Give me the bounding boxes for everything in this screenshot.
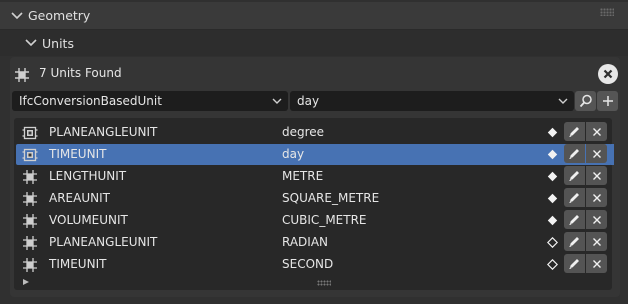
geometry-panel-header[interactable]: Geometry <box>0 2 628 30</box>
close-icon <box>592 237 601 246</box>
edit-unit-button[interactable] <box>564 122 585 141</box>
edit-unit-button[interactable] <box>564 144 585 163</box>
pencil-icon <box>569 149 579 159</box>
edit-unit-button[interactable] <box>564 254 585 273</box>
unit-type-name: LENGTHUNIT <box>49 169 127 183</box>
diamond-outline-icon[interactable] <box>547 259 558 270</box>
unit-row[interactable]: PLANEANGLEUNIT RADIAN <box>16 232 612 253</box>
unit-name-value: degree <box>282 125 325 139</box>
close-icon <box>592 259 601 268</box>
close-units-button[interactable] <box>598 64 618 84</box>
remove-unit-button[interactable] <box>586 210 607 229</box>
chevron-down-icon <box>272 98 282 104</box>
unit-row[interactable]: VOLUMEUNIT CUBIC_METRE <box>16 210 612 231</box>
pencil-icon <box>569 237 579 247</box>
diamond-filled-icon[interactable] <box>547 127 558 138</box>
edit-unit-button[interactable] <box>564 188 585 207</box>
unit-type-name: AREAUNIT <box>49 191 110 205</box>
unit-type-name: PLANEANGLEUNIT <box>49 125 158 139</box>
conversion-unit-icon <box>22 125 38 141</box>
si-unit-icon <box>22 169 38 185</box>
unit-row[interactable]: AREAUNIT SQUARE_METRE <box>16 188 612 209</box>
geometry-panel-title: Geometry <box>28 8 91 23</box>
pencil-icon <box>569 215 579 225</box>
close-icon <box>592 149 601 158</box>
chevron-down-icon <box>11 11 23 19</box>
unit-name-value: SECOND <box>282 257 334 271</box>
unit-name-value: RADIAN <box>282 235 329 249</box>
unit-type-name: TIMEUNIT <box>49 147 107 161</box>
edit-unit-button[interactable] <box>564 166 585 185</box>
list-resize-grip[interactable] <box>317 280 331 286</box>
chevron-down-icon <box>25 39 37 47</box>
units-found-count: 7 Units Found <box>39 66 122 80</box>
remove-unit-button[interactable] <box>586 144 607 163</box>
diamond-filled-icon[interactable] <box>547 215 558 226</box>
unit-row[interactable]: LENGTHUNIT METRE <box>16 166 612 187</box>
unit-row[interactable]: TIMEUNIT day <box>16 144 614 165</box>
si-unit-icon <box>22 257 38 273</box>
unit-type-value: IfcConversionBasedUnit <box>19 94 162 108</box>
unit-name-value: CUBIC_METRE <box>282 213 367 227</box>
units-subpanel-header[interactable]: Units <box>0 30 628 56</box>
close-icon <box>592 171 601 180</box>
pencil-icon <box>569 259 579 269</box>
remove-unit-button[interactable] <box>586 122 607 141</box>
si-unit-icon <box>22 191 38 207</box>
close-icon <box>592 215 601 224</box>
unit-name-value: METRE <box>282 169 324 183</box>
unit-type-name: VOLUMEUNIT <box>49 213 128 227</box>
unit-type-name: PLANEANGLEUNIT <box>49 235 158 249</box>
units-subpanel-title: Units <box>42 35 74 51</box>
unit-name-value: day <box>282 147 305 161</box>
panel-drag-handle[interactable] <box>600 8 614 16</box>
pencil-icon <box>569 193 579 203</box>
edit-unit-button[interactable] <box>564 232 585 251</box>
unit-name-value: SQUARE_METRE <box>282 191 380 205</box>
remove-unit-button[interactable] <box>586 232 607 251</box>
close-icon <box>603 69 613 79</box>
conversion-unit-icon <box>22 147 38 163</box>
close-icon <box>592 127 601 136</box>
remove-unit-button[interactable] <box>586 254 607 273</box>
remove-unit-button[interactable] <box>586 166 607 185</box>
si-unit-icon <box>22 213 38 229</box>
diamond-outline-icon[interactable] <box>547 237 558 248</box>
diamond-filled-icon[interactable] <box>547 193 558 204</box>
unit-row[interactable]: PLANEANGLEUNIT degree <box>16 122 612 143</box>
pencil-icon <box>569 171 579 181</box>
plus-icon <box>602 96 613 106</box>
expand-triangle-icon[interactable] <box>22 278 30 286</box>
units-icon <box>15 68 29 82</box>
search-button[interactable] <box>575 91 596 111</box>
selection-edge <box>611 144 614 165</box>
unit-row[interactable]: TIMEUNIT SECOND <box>16 254 612 275</box>
remove-unit-button[interactable] <box>586 188 607 207</box>
unit-value-dropdown[interactable]: day <box>290 91 574 111</box>
close-icon <box>592 193 601 202</box>
edit-unit-button[interactable] <box>564 210 585 229</box>
unit-type-dropdown[interactable]: IfcConversionBasedUnit <box>12 91 288 111</box>
si-unit-icon <box>22 235 38 251</box>
add-unit-button[interactable] <box>597 91 618 111</box>
diamond-filled-icon[interactable] <box>547 171 558 182</box>
search-icon <box>579 94 592 108</box>
diamond-filled-icon[interactable] <box>547 149 558 160</box>
unit-value-text: day <box>297 94 320 108</box>
unit-type-name: TIMEUNIT <box>49 257 107 271</box>
pencil-icon <box>569 127 579 137</box>
chevron-down-icon <box>558 98 568 104</box>
